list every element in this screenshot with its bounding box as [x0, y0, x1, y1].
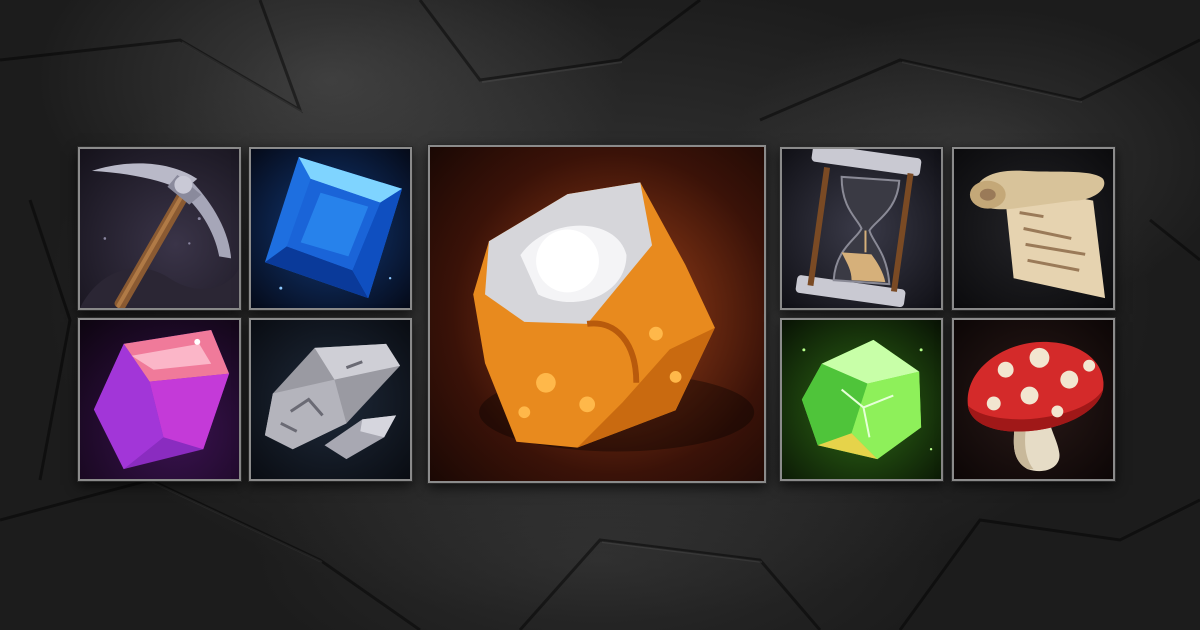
amber-ore-icon	[473, 182, 755, 452]
inventory-slot-purple-crystal[interactable]	[78, 318, 241, 481]
purple-crystal-icon	[93, 329, 230, 470]
blue-gem-icon	[264, 156, 403, 299]
mushroom-icon	[967, 341, 1104, 472]
hourglass-icon	[795, 149, 922, 308]
inventory-slot-amber-ore[interactable]	[428, 145, 766, 483]
scroll-icon	[969, 170, 1106, 299]
inventory-slot-scroll[interactable]	[952, 147, 1115, 310]
inventory-slot-hourglass[interactable]	[780, 147, 943, 310]
inventory-slot-blue-gem[interactable]	[249, 147, 412, 310]
stone-ore-icon	[264, 343, 401, 460]
inventory-slot-stone-ore[interactable]	[249, 318, 412, 481]
inventory-slot-pickaxe[interactable]	[78, 147, 241, 310]
green-gem-icon	[801, 339, 933, 460]
pickaxe-icon	[80, 163, 239, 308]
inventory-background	[0, 0, 1200, 630]
inventory-slot-mushroom[interactable]	[952, 318, 1115, 481]
inventory-slot-green-gem[interactable]	[780, 318, 943, 481]
